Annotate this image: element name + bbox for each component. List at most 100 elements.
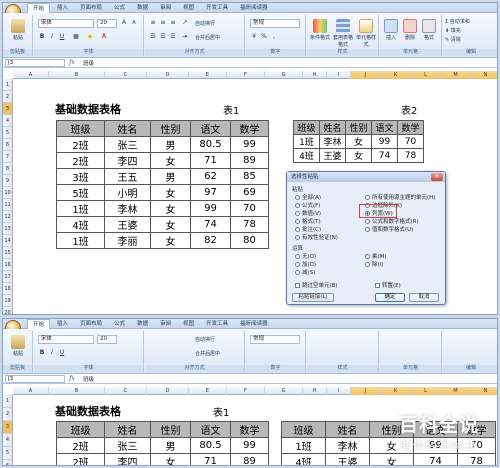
- table-format-button[interactable]: 套用表格格式: [332, 19, 354, 48]
- table-cell[interactable]: 82: [190, 232, 231, 249]
- align-middle-icon[interactable]: ≡: [159, 19, 167, 27]
- wrap-text-button[interactable]: 自动换行: [195, 20, 215, 27]
- font-name-select[interactable]: 宋体: [38, 19, 94, 28]
- table-cell[interactable]: 78: [397, 148, 424, 163]
- table-cell[interactable]: 85: [230, 168, 269, 185]
- option-h[interactable]: 所有使用源主题的单元(H): [365, 193, 435, 201]
- table-cell[interactable]: 男: [150, 168, 191, 185]
- table-cell[interactable]: 5班: [56, 184, 105, 201]
- align-center-icon[interactable]: ☰: [159, 33, 167, 41]
- italic-button[interactable]: I: [48, 33, 56, 41]
- merge-center-button[interactable]: 合并后居中: [195, 350, 220, 357]
- row-header-5[interactable]: 5: [3, 447, 13, 460]
- column-header-E[interactable]: E: [189, 71, 227, 79]
- paste-button[interactable]: 粘贴: [9, 335, 27, 357]
- fx-icon[interactable]: fx: [65, 59, 79, 66]
- italic-button[interactable]: I: [48, 349, 56, 357]
- column-header-C[interactable]: C: [105, 71, 147, 79]
- row-header-12[interactable]: 12: [3, 211, 13, 223]
- font-name-select[interactable]: 宋体: [38, 335, 94, 344]
- column-header-M[interactable]: M: [441, 387, 471, 395]
- worksheet-grid[interactable]: ABCDEFGHIJKLMNOP 12345678910111213141516…: [3, 71, 497, 314]
- row-header-14[interactable]: 14: [3, 235, 13, 247]
- transpose-checkbox[interactable]: 转置(E): [375, 281, 401, 289]
- table-cell[interactable]: 80.5: [190, 437, 231, 454]
- grow-font-icon[interactable]: A: [120, 19, 128, 27]
- formula-input[interactable]: 班级: [79, 59, 94, 67]
- align-left-icon[interactable]: ☰: [149, 33, 157, 41]
- option-f[interactable]: 公式(F): [295, 201, 320, 209]
- orientation-icon[interactable]: ↗: [181, 19, 189, 27]
- indent-icon[interactable]: ⇥: [181, 33, 189, 41]
- fill-color-icon[interactable]: ◆: [86, 33, 94, 41]
- option-i[interactable]: 除(I): [365, 260, 383, 268]
- row-header-11[interactable]: 11: [3, 199, 13, 211]
- table-cell[interactable]: 69: [230, 184, 269, 201]
- align-bottom-icon[interactable]: ≡: [169, 19, 177, 27]
- font-color-icon[interactable]: A: [100, 33, 108, 41]
- table-cell[interactable]: 王婆: [104, 216, 151, 233]
- table-cell[interactable]: 97: [190, 184, 231, 201]
- table-cell[interactable]: 李林: [325, 437, 370, 454]
- table-cell[interactable]: 62: [190, 168, 231, 185]
- table-cell[interactable]: 2班: [56, 453, 105, 465]
- table-cell[interactable]: 80.5: [190, 136, 231, 153]
- column-header-E[interactable]: E: [189, 387, 227, 395]
- table-cell[interactable]: 99: [230, 437, 269, 454]
- option-u[interactable]: 值和数字格式(U): [365, 225, 413, 233]
- table-cell[interactable]: 89: [230, 453, 269, 465]
- autosum-button[interactable]: Σ 自动求和: [445, 18, 470, 25]
- table-cell[interactable]: 99: [371, 134, 398, 149]
- table-cell[interactable]: 王婆: [325, 453, 370, 465]
- tab-1[interactable]: 插入: [52, 319, 73, 329]
- tab-6[interactable]: 视图: [178, 3, 199, 13]
- option-t[interactable]: 格式(T): [295, 217, 321, 225]
- column-header-N[interactable]: N: [471, 71, 497, 79]
- table-cell[interactable]: 女: [150, 453, 191, 465]
- option-a[interactable]: 全部(A): [295, 193, 321, 201]
- table-cell[interactable]: 李林: [319, 134, 346, 149]
- table-cell[interactable]: 74: [413, 453, 458, 465]
- column-header-N[interactable]: N: [471, 387, 497, 395]
- row-header-2[interactable]: 2: [3, 91, 13, 103]
- align-right-icon[interactable]: ☰: [169, 33, 177, 41]
- table-cell[interactable]: 女: [150, 232, 191, 249]
- table-cell[interactable]: 张三: [104, 437, 151, 454]
- table-cell[interactable]: 2班: [56, 136, 105, 153]
- percent-icon[interactable]: %: [260, 33, 268, 41]
- table-cell[interactable]: 女: [150, 184, 191, 201]
- row-header-2[interactable]: 2: [3, 408, 13, 421]
- column-header-H[interactable]: H: [303, 387, 327, 395]
- column-header-J[interactable]: J: [351, 71, 381, 79]
- row-header-6[interactable]: 6: [3, 460, 13, 465]
- option-c[interactable]: 批注(C): [295, 225, 321, 233]
- option-o[interactable]: 无(O): [295, 252, 316, 260]
- table-cell[interactable]: 78: [230, 216, 269, 233]
- close-icon[interactable]: ×: [431, 173, 443, 181]
- table-cell[interactable]: 99: [190, 200, 231, 217]
- column-header-I[interactable]: I: [327, 387, 351, 395]
- tab-2[interactable]: 页面布局: [75, 3, 107, 13]
- cancel-button[interactable]: 取消: [409, 293, 439, 302]
- option-n[interactable]: 有效性验证(N): [295, 233, 338, 241]
- table-cell[interactable]: 女: [150, 200, 191, 217]
- row-header-7[interactable]: 7: [3, 151, 13, 163]
- row-header-16[interactable]: 16: [3, 259, 13, 271]
- format-button[interactable]: 格式: [420, 19, 438, 41]
- bold-button[interactable]: B: [38, 33, 46, 41]
- align-top-icon[interactable]: ≡: [149, 19, 157, 27]
- table-cell[interactable]: 74: [371, 148, 398, 163]
- table-cell[interactable]: 小明: [104, 184, 151, 201]
- skip-blanks-checkbox[interactable]: 跳过空单元(B): [295, 281, 338, 289]
- table-cell[interactable]: 1班: [293, 134, 320, 149]
- row-header-3[interactable]: 3: [3, 103, 13, 115]
- name-box[interactable]: J3: [5, 374, 65, 383]
- column-header-K[interactable]: K: [381, 387, 411, 395]
- table-cell[interactable]: 女: [345, 148, 372, 163]
- table-cell[interactable]: 男: [150, 437, 191, 454]
- row-header-10[interactable]: 10: [3, 187, 13, 199]
- column-header-D[interactable]: D: [147, 71, 189, 79]
- column-header-J[interactable]: J: [351, 387, 381, 395]
- tab-7[interactable]: 开发工具: [201, 3, 233, 13]
- option-s[interactable]: 减(S): [295, 268, 315, 276]
